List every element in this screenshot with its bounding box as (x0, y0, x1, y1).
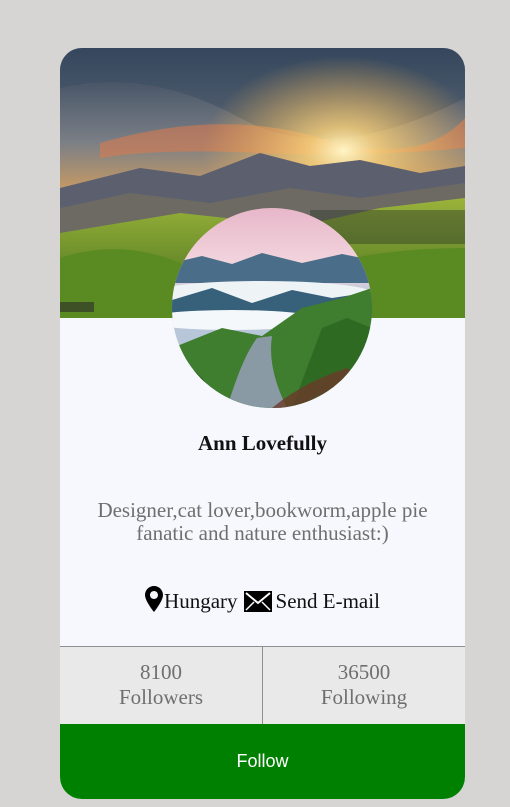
avatar (172, 208, 372, 408)
map-pin-icon (145, 586, 164, 614)
stats-bar: 8100 Followers 36500 Following (60, 646, 465, 725)
profile-name: Ann Lovefully (198, 431, 327, 455)
profile-bio: Designer,cat lover,bookworm,apple pie fa… (97, 498, 428, 545)
stat-value: 36500 (337, 660, 391, 684)
stat-followers[interactable]: 8100 Followers (60, 647, 262, 725)
stat-following[interactable]: 36500 Following (262, 647, 465, 725)
location-label: Hungary (164, 589, 238, 613)
location: Hungary (145, 586, 238, 614)
stat-label: Followers (119, 685, 203, 709)
stat-label: Following (320, 685, 408, 709)
follow-button[interactable]: Follow (60, 724, 465, 799)
send-email-link[interactable]: Send E-mail (243, 589, 380, 614)
stat-value: 8100 (140, 660, 182, 684)
envelope-icon (243, 591, 272, 614)
profile-card: Ann Lovefully Designer,cat lover,bookwor… (60, 48, 465, 799)
profile-meta: Hungary Send E-mail (60, 586, 465, 614)
send-email-label: Send E-mail (275, 589, 380, 613)
